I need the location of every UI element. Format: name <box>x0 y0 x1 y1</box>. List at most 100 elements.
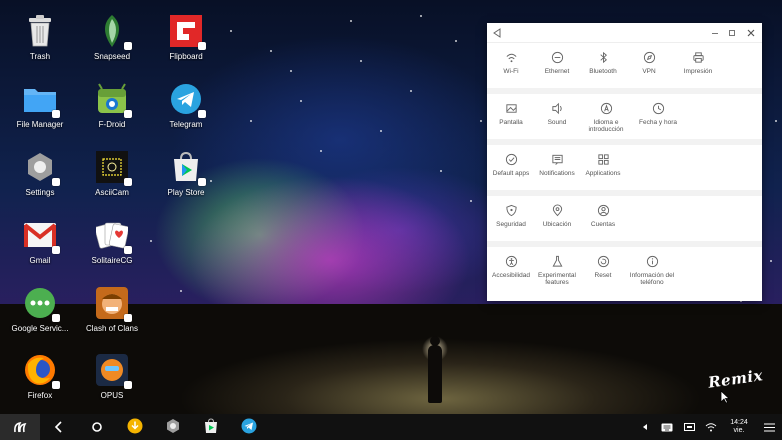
desktop-icon-file-manager[interactable]: File Manager <box>0 82 80 129</box>
close-icon[interactable] <box>745 27 757 39</box>
desktop-icon-trash[interactable]: Trash <box>0 14 80 61</box>
tray-screen-button[interactable] <box>678 422 700 432</box>
settings-window[interactable]: Wi-Fi Ethernet Bluetooth VPN Impresión P… <box>487 23 762 301</box>
settings-item-ethernet[interactable]: Ethernet <box>534 43 580 88</box>
desktop-icon-asciicam[interactable]: AsciiCam <box>72 150 152 197</box>
folder-icon <box>23 82 60 118</box>
desktop-icon-firefox[interactable]: Firefox <box>0 353 80 400</box>
desktop-icon-label: Gmail <box>29 256 51 265</box>
notifications-menu-button[interactable] <box>756 423 782 432</box>
settings-item-bluetooth[interactable]: Bluetooth <box>580 43 626 88</box>
desktop-icon-telegram[interactable]: Telegram <box>146 82 226 129</box>
settings-item-label: Experimental features <box>538 272 576 286</box>
clash-of-clans-icon <box>95 286 132 322</box>
desktop-icon-flipboard[interactable]: Flipboard <box>146 14 226 61</box>
home-button[interactable] <box>78 414 116 440</box>
settings-item-notifications[interactable]: Notifications <box>534 145 580 190</box>
wifi-icon <box>705 423 717 432</box>
settings-row-device: Pantalla Sound Idioma e introducción Fec… <box>487 94 762 145</box>
settings-item-reset[interactable]: Reset <box>580 247 626 298</box>
desktop-icon-label: Play Store <box>167 188 205 197</box>
gmail-icon <box>23 218 60 254</box>
settings-item-label: Ubicación <box>542 221 572 228</box>
desktop-icon-label: OPUS <box>100 391 124 400</box>
minimize-icon[interactable] <box>709 27 721 39</box>
desktop-icon-gmail[interactable]: Gmail <box>0 218 80 265</box>
desktop-icon-google-services[interactable]: Google Servic... <box>0 286 80 333</box>
settings-item-label: Accesibilidad <box>492 272 530 279</box>
taskbar-app-settings[interactable] <box>154 414 192 440</box>
trash-icon <box>23 14 57 48</box>
language-icon <box>600 102 612 115</box>
settings-item-label: Sound <box>547 119 567 126</box>
flipboard-icon <box>169 14 206 50</box>
taskbar-app-telegram[interactable] <box>230 414 268 440</box>
flask-icon <box>552 255 562 267</box>
settings-item-printing[interactable]: Impresión <box>672 43 724 88</box>
settings-item-language[interactable]: Idioma e introducción <box>580 94 632 139</box>
settings-item-label: Reset <box>594 272 612 279</box>
solitaire-cards-icon <box>95 218 132 254</box>
settings-item-display[interactable]: Pantalla <box>488 94 534 139</box>
taskbar-app-download-manager[interactable] <box>116 414 154 440</box>
desktop-icon-settings[interactable]: Settings <box>0 150 80 197</box>
settings-item-location[interactable]: Ubicación <box>534 196 580 241</box>
settings-item-label: Applications <box>585 170 621 177</box>
settings-item-accounts[interactable]: Cuentas <box>580 196 626 241</box>
check-circle-icon <box>505 153 517 166</box>
desktop-icon-label: Settings <box>25 188 55 197</box>
telegram-icon <box>241 418 257 434</box>
play-store-icon <box>205 418 217 433</box>
settings-item-sound[interactable]: Sound <box>534 94 580 139</box>
settings-titlebar[interactable] <box>487 23 762 43</box>
desktop-icon-opus[interactable]: OPUS <box>72 353 152 400</box>
settings-row-apps: Default apps Notifications Applications <box>487 145 762 196</box>
back-arrow-icon[interactable] <box>492 28 502 38</box>
desktop-icon-clash-of-clans[interactable]: Clash of Clans <box>72 286 152 333</box>
settings-item-accessibility[interactable]: Accesibilidad <box>488 247 534 298</box>
telegram-icon <box>169 82 206 118</box>
taskbar-clock[interactable]: 14:24 vie. <box>722 419 756 435</box>
desktop-icon-snapseed[interactable]: Snapseed <box>72 14 152 61</box>
settings-item-label: VPN <box>642 68 656 75</box>
settings-item-label: Impresión <box>683 68 713 75</box>
settings-item-experimental[interactable]: Experimental features <box>534 247 580 298</box>
tray-wifi-button[interactable] <box>700 422 722 432</box>
back-button[interactable] <box>40 414 78 440</box>
desktop-icon-label: Google Servic... <box>11 324 69 333</box>
download-icon <box>127 418 143 434</box>
clock-icon <box>652 102 664 115</box>
display-icon <box>505 104 517 113</box>
start-menu-button[interactable] <box>0 414 40 440</box>
desktop-icon-label: Telegram <box>169 120 203 129</box>
screen-icon <box>683 422 695 431</box>
settings-item-label: Idioma e introducción <box>588 119 624 133</box>
maximize-icon[interactable] <box>726 27 738 39</box>
desktop-icon-label: F-Droid <box>98 120 126 129</box>
desktop-icon-play-store[interactable]: Play Store <box>146 150 226 197</box>
remix-start-icon <box>14 421 27 433</box>
google-services-icon <box>23 286 60 322</box>
wifi-icon <box>506 53 516 63</box>
desktop-icon-f-droid[interactable]: F-Droid <box>72 82 152 129</box>
settings-item-label: Default apps <box>492 170 530 177</box>
tray-expand-button[interactable] <box>634 423 656 431</box>
settings-item-default-apps[interactable]: Default apps <box>488 145 534 190</box>
settings-item-security[interactable]: Seguridad <box>488 196 534 241</box>
asciicam-icon <box>95 150 132 186</box>
settings-item-date-time[interactable]: Fecha y hora <box>632 94 684 139</box>
settings-item-phone-info[interactable]: Información del teléfono <box>626 247 678 298</box>
tray-keyboard-button[interactable] <box>656 423 678 432</box>
desktop-icon-solitairecg[interactable]: SolitaireCG <box>72 218 152 265</box>
desktop-icon-label: Trash <box>29 52 51 61</box>
settings-item-wifi[interactable]: Wi-Fi <box>488 43 534 88</box>
settings-gear-icon <box>23 150 60 186</box>
notifications-icon <box>551 154 563 165</box>
keyboard-icon <box>661 423 673 431</box>
taskbar-app-play-store[interactable] <box>192 414 230 440</box>
settings-item-applications[interactable]: Applications <box>580 145 626 190</box>
settings-item-vpn[interactable]: VPN <box>626 43 672 88</box>
settings-item-label: Cuentas <box>590 221 616 228</box>
desktop-icon-label: File Manager <box>16 120 64 129</box>
desktop-icon-label: Snapseed <box>93 52 131 61</box>
